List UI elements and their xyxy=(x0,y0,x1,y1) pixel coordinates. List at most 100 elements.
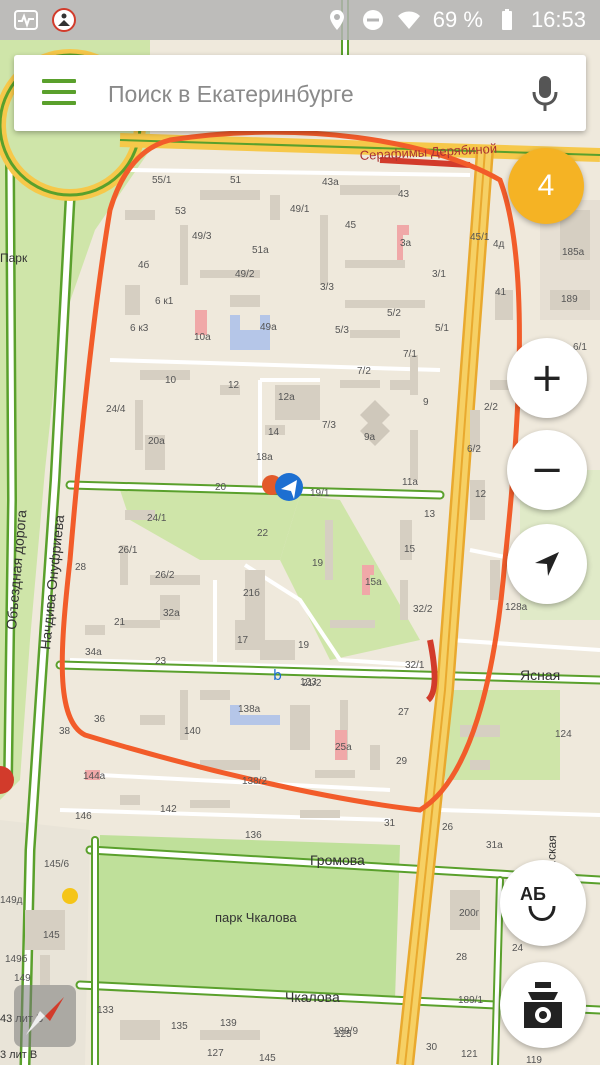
building-number-label: 139 xyxy=(220,1018,237,1029)
building-number-label: 189 xyxy=(561,294,578,305)
building-number-label: 17 xyxy=(237,635,249,646)
street-label-gromova: Громова xyxy=(310,852,365,868)
building-number-label: 5/3 xyxy=(335,325,349,336)
building-number-label: 10а xyxy=(194,332,211,343)
building-number-label: 2/2 xyxy=(484,402,498,413)
wifi-icon xyxy=(397,11,420,29)
microphone-icon[interactable] xyxy=(530,75,560,113)
building-number-label: 5/1 xyxy=(435,323,449,334)
battery-icon xyxy=(501,9,512,30)
menu-icon[interactable] xyxy=(42,79,76,105)
building-number-label: 4д xyxy=(493,239,505,250)
building-number-label: 13 xyxy=(424,509,436,520)
building-number-label: 43а xyxy=(322,177,339,188)
zoom-out-button[interactable]: − xyxy=(507,430,587,510)
building-number-label: 121 xyxy=(461,1049,478,1060)
building-number-label: 149д xyxy=(0,895,23,906)
building-number-label: 34а xyxy=(85,647,102,658)
activity-icon xyxy=(14,10,38,30)
building-number-label: 136 xyxy=(245,830,262,841)
building-number-label: 135 xyxy=(171,1021,188,1032)
building-number-label: 49/3 xyxy=(192,231,212,242)
compass-icon xyxy=(26,997,64,1035)
traffic-score-badge[interactable]: 4 xyxy=(508,148,584,224)
search-bar xyxy=(14,55,586,131)
building-number-label: 29 xyxy=(396,756,408,767)
building-number-label: 145/6 xyxy=(44,859,69,870)
building-number-label: 45/1 xyxy=(470,232,490,243)
building-number-label: 32/2 xyxy=(413,604,433,615)
building-number-label: 149 xyxy=(14,973,31,984)
building-number-label: 3/3 xyxy=(320,282,334,293)
building-number-label: 31 xyxy=(384,818,396,829)
building-number-label: 7/2 xyxy=(357,366,371,377)
building-number-label: 26/2 xyxy=(155,570,175,581)
building-number-label: 25а xyxy=(335,742,352,753)
building-number-label: 21б xyxy=(243,587,260,599)
building-number-label: 27 xyxy=(398,707,410,718)
building-number-label: 4б xyxy=(138,259,150,271)
dnd-icon xyxy=(362,10,383,30)
bus-stop-icon: b xyxy=(273,668,282,684)
building-number-label: 7/1 xyxy=(403,349,417,360)
navigation-arrow-icon xyxy=(535,552,559,576)
building-number-label: 189/9 xyxy=(333,1026,358,1037)
park-label: Парк xyxy=(0,251,28,265)
building-number-label: 185а xyxy=(562,247,585,258)
building-number-label: 21 xyxy=(114,617,126,628)
park-label-chkalova: парк Чкалова xyxy=(215,910,297,925)
building-number-label: 24/1 xyxy=(147,513,167,524)
building-number-label: 55/1 xyxy=(152,175,172,186)
building-number-label: 28 xyxy=(75,562,87,573)
street-label-yasnaya: Ясная xyxy=(520,667,560,683)
building-number-label: 28 xyxy=(456,952,468,963)
building-number-label: 133 xyxy=(97,1005,114,1016)
battery-percent: 69 % xyxy=(432,7,483,32)
building-number-label: 127 xyxy=(207,1048,224,1059)
building-number-label: 7/3 xyxy=(322,420,336,431)
building-number-label: 200г xyxy=(459,908,480,919)
building-number-label: 22 xyxy=(257,528,269,539)
compass-button[interactable] xyxy=(14,985,76,1047)
building-number-label: 19 xyxy=(312,558,324,569)
building-number-label: 189/1 xyxy=(458,995,483,1006)
svg-text:АБ: АБ xyxy=(520,884,546,904)
building-number-label: 26/1 xyxy=(118,545,138,556)
building-number-label: 36 xyxy=(94,714,106,725)
building-number-label: 145 xyxy=(43,930,60,941)
building-number-label: 9 xyxy=(423,397,429,408)
building-number-label: 49/1 xyxy=(290,204,310,215)
building-number-label: 9а xyxy=(364,432,376,443)
layers-icon xyxy=(524,982,562,1028)
building-number-label: 6 к3 xyxy=(130,323,149,334)
building-number-label: 31а xyxy=(486,840,503,851)
route-button[interactable]: АБ xyxy=(500,860,586,946)
building-number-label: 6 к1 xyxy=(155,296,174,307)
building-number-label: 124 xyxy=(555,729,572,740)
building-number-label: 3а xyxy=(400,238,412,249)
building-number-label: 24/4 xyxy=(106,404,126,415)
building-number-label: 12 xyxy=(228,380,240,391)
building-number-label: 49/2 xyxy=(235,269,255,280)
building-number-label: 128а xyxy=(505,602,528,613)
street-label-chkalova: Чкалова xyxy=(285,989,340,1005)
building-number-label: 11а xyxy=(402,477,418,488)
building-number-label: 12а xyxy=(278,392,295,403)
building-number-label: 26 xyxy=(442,822,454,833)
zoom-in-button[interactable]: + xyxy=(507,338,587,418)
building-number-label: 23 xyxy=(155,656,167,667)
building-number-label: 20 xyxy=(215,482,227,493)
building-number-label: 38 xyxy=(59,726,71,737)
my-location-button[interactable] xyxy=(507,524,587,604)
poi-marker-yellow xyxy=(62,888,78,904)
clock: 16:53 xyxy=(530,7,586,32)
building-number-label: 138а xyxy=(238,704,261,715)
layers-button[interactable] xyxy=(500,962,586,1048)
building-number-label: 138/2 xyxy=(242,776,267,787)
building-number-label: 145 xyxy=(259,1053,276,1064)
search-input[interactable] xyxy=(106,69,500,119)
building-number-label: 18а xyxy=(256,452,273,463)
roadwork-icon xyxy=(52,8,76,32)
building-number-label: 119 xyxy=(526,1055,542,1065)
building-number-label: 51 xyxy=(230,175,242,186)
